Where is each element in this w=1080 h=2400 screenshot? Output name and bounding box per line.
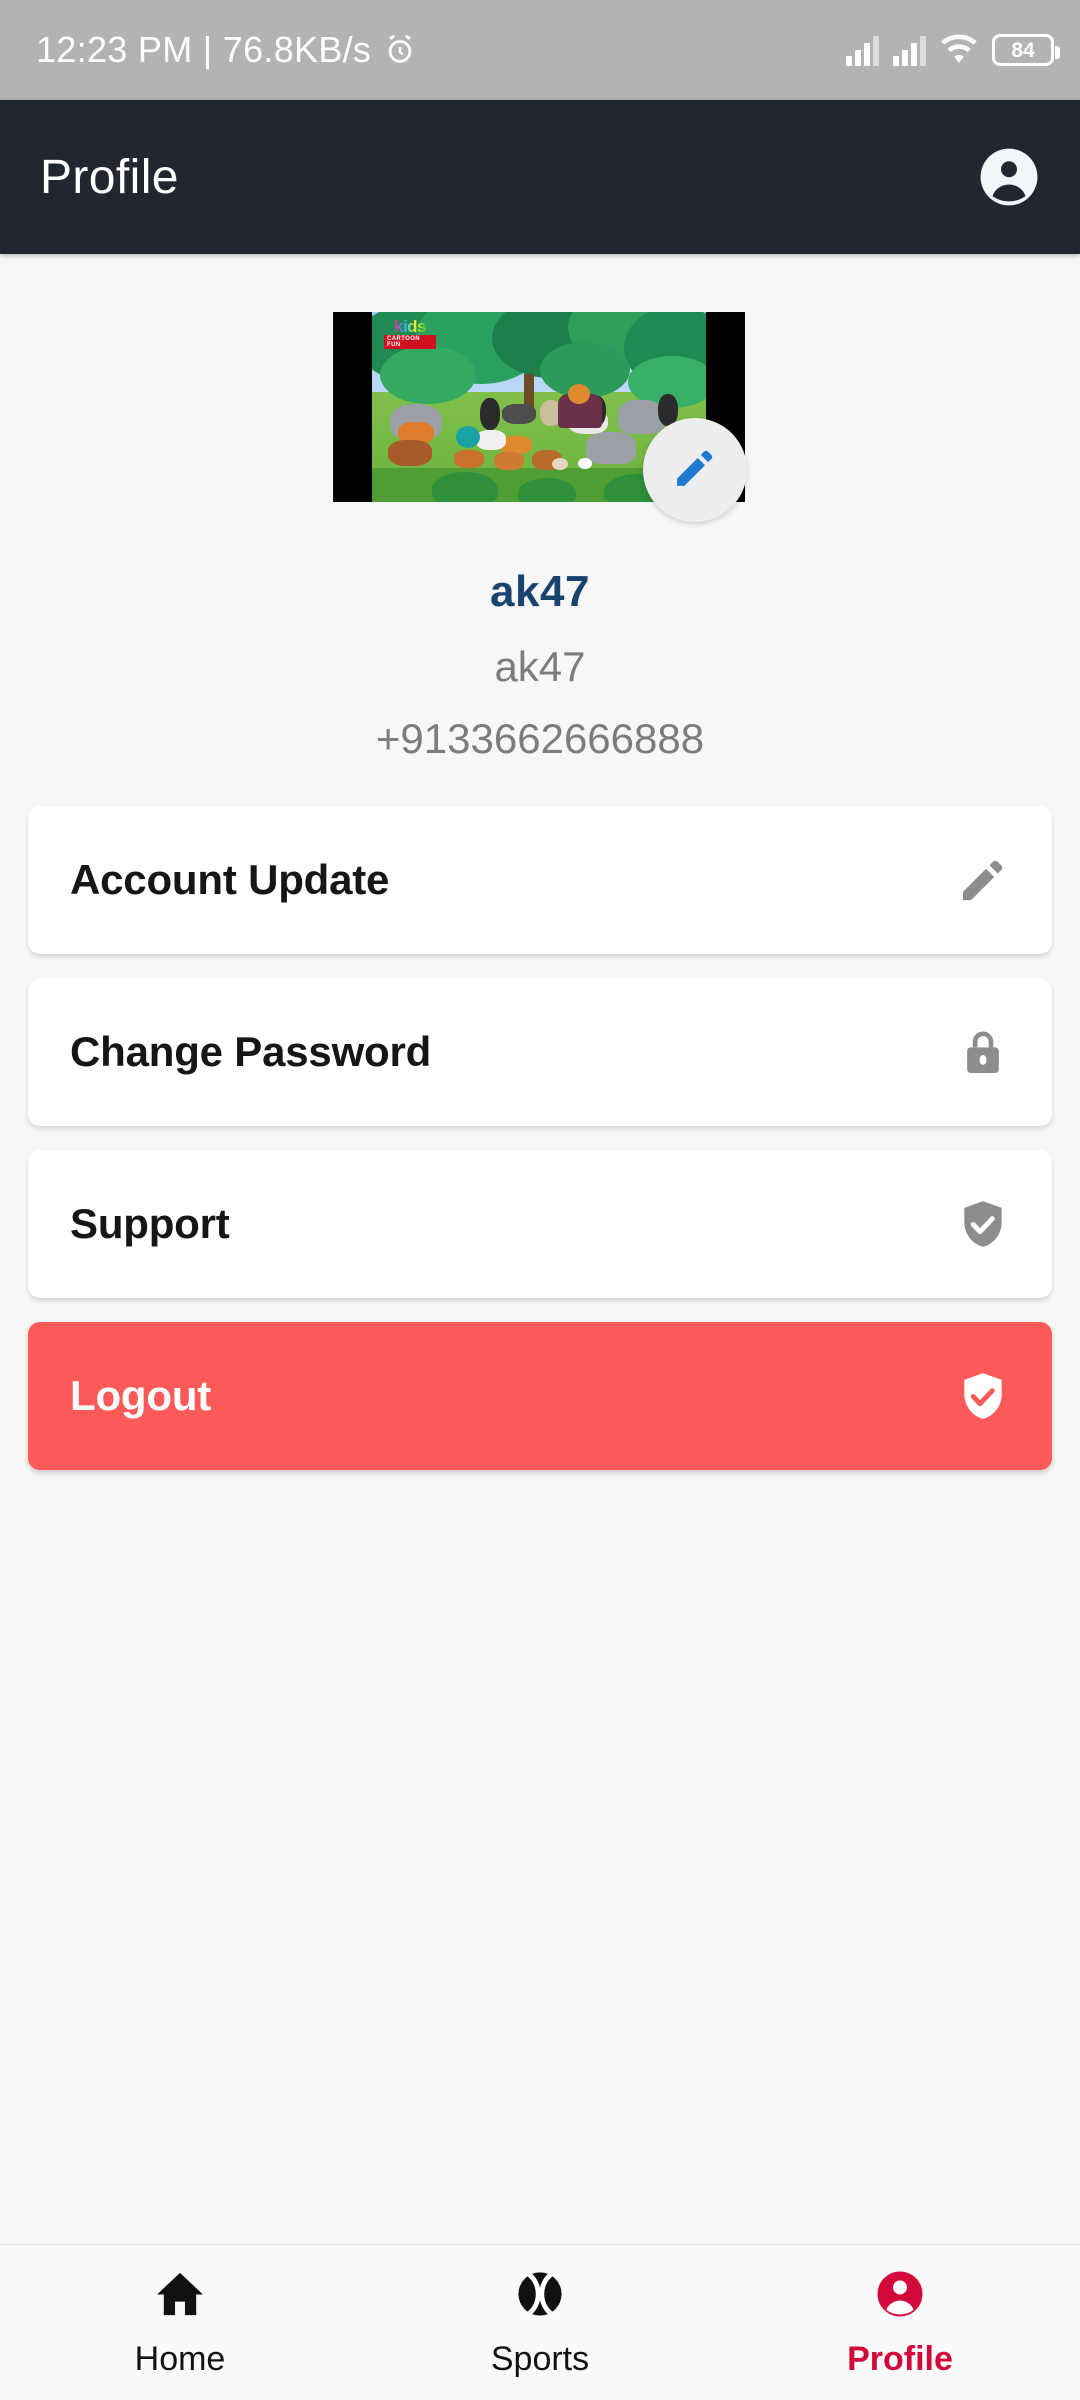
shield-check-icon — [952, 1365, 1014, 1427]
animal-cow — [476, 430, 506, 450]
account-circle-icon[interactable] — [978, 146, 1040, 208]
animal-deer — [494, 452, 524, 470]
alarm-clock-icon — [383, 33, 417, 67]
profile-identity: ak47 ak47 +9133662666888 — [0, 566, 1080, 760]
page-title: Profile — [40, 150, 179, 204]
nav-item-profile[interactable]: Profile — [720, 2267, 1080, 2379]
profile-menu-list: Account Update Change Password Support L… — [0, 806, 1080, 1494]
profile-phone: +9133662666888 — [375, 714, 705, 762]
profile-username: ak47 — [494, 642, 586, 690]
status-bar-right: 84 — [846, 34, 1060, 66]
nav-item-home[interactable]: Home — [0, 2267, 360, 2379]
animal-rabbit — [552, 458, 568, 470]
battery-icon: 84 — [992, 34, 1060, 66]
person-circle-icon — [873, 2267, 927, 2326]
kids-watermark-primary: kids — [393, 316, 427, 336]
tree-foliage — [380, 346, 476, 404]
status-bar-left: 12:23 PM | 76.8KB/s — [36, 29, 417, 71]
shield-check-icon — [952, 1193, 1014, 1255]
edit-profile-image-button[interactable] — [643, 418, 747, 522]
menu-item-change-password[interactable]: Change Password — [28, 978, 1052, 1126]
kids-watermark-logo: kids CARTOON FUN — [384, 316, 436, 349]
foreground-bush — [518, 478, 576, 502]
menu-item-account-update[interactable]: Account Update — [28, 806, 1052, 954]
tree-trunk — [524, 374, 534, 408]
sports-ball-icon — [513, 2267, 567, 2326]
bottom-navigation-bar: Home Sports Profile — [0, 2244, 1080, 2400]
animal-buffalo — [502, 404, 536, 424]
home-icon — [153, 2267, 207, 2326]
foreground-bush — [432, 472, 498, 502]
pencil-edit-icon — [952, 849, 1014, 911]
nav-item-label: Home — [134, 2339, 226, 2378]
animal-rabbit — [578, 458, 592, 469]
animal-deer — [454, 450, 484, 468]
menu-item-label: Support — [70, 1200, 230, 1247]
nav-item-label: Sports — [490, 2339, 590, 2378]
menu-item-label: Logout — [70, 1372, 212, 1419]
animal-horse — [388, 440, 432, 466]
status-bar: 12:23 PM | 76.8KB/s 84 — [0, 0, 1080, 100]
animal-elephant — [586, 432, 636, 464]
nav-item-label: Profile — [847, 2339, 953, 2378]
animal-bear — [480, 398, 500, 430]
nav-item-sports[interactable]: Sports — [360, 2267, 720, 2379]
kids-watermark-secondary: CARTOON FUN — [384, 334, 436, 349]
menu-item-logout[interactable]: Logout — [28, 1322, 1052, 1470]
pencil-edit-icon — [670, 443, 720, 498]
menu-item-label: Change Password — [70, 1028, 432, 1075]
wifi-icon — [940, 34, 978, 66]
menu-item-label: Account Update — [70, 856, 390, 903]
cellular-signal-icon — [846, 34, 879, 66]
animal-peacock — [456, 426, 480, 448]
profile-name: ak47 — [490, 567, 590, 616]
battery-level: 84 — [1011, 38, 1035, 62]
menu-item-support[interactable]: Support — [28, 1150, 1052, 1298]
lock-icon — [952, 1021, 1014, 1083]
animal-lion — [568, 384, 590, 404]
animal-elephant — [618, 400, 664, 434]
cellular-signal-icon-2 — [893, 34, 926, 66]
app-bar: Profile — [0, 100, 1080, 254]
status-bar-text: 12:23 PM | 76.8KB/s — [36, 29, 372, 70]
